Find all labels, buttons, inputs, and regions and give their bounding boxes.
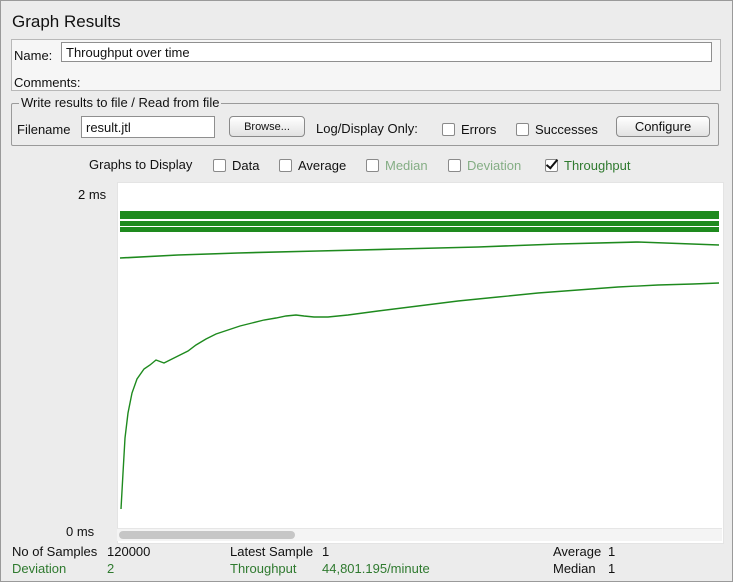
errors-label: Errors [461, 122, 497, 137]
throughput-checkbox[interactable] [545, 159, 558, 172]
graphs-to-display-row: Graphs to Display Data Average Median De… [0, 155, 733, 175]
graph-svg [119, 211, 720, 510]
throughput-band-top [120, 211, 719, 219]
median-option[interactable]: Median [366, 158, 428, 173]
deviation-option[interactable]: Deviation [448, 158, 521, 173]
deviation-stat-label: Deviation [12, 561, 67, 576]
average-checkbox[interactable] [279, 159, 292, 172]
successes-option[interactable]: Successes [516, 122, 598, 137]
data-label: Data [232, 158, 260, 173]
successes-label: Successes [535, 122, 598, 137]
y-axis-min-label: 0 ms [66, 524, 95, 539]
name-panel: Name: Comments: [11, 39, 721, 91]
throughput-line-upper [119, 241, 720, 259]
average-option[interactable]: Average [279, 158, 346, 173]
median-label: Median [385, 158, 428, 173]
filename-label: Filename [17, 122, 71, 137]
throughput-option[interactable]: Throughput [545, 158, 631, 173]
successes-checkbox[interactable] [516, 123, 529, 136]
browse-button[interactable]: Browse... [229, 116, 305, 137]
scrollbar-thumb[interactable] [119, 531, 295, 539]
average-stat-label: Average [553, 544, 602, 559]
y-axis-max-label: 2 ms [78, 187, 107, 202]
deviation-checkbox[interactable] [448, 159, 461, 172]
latest-sample-label: Latest Sample [230, 544, 314, 559]
configure-button[interactable]: Configure [616, 116, 710, 137]
median-stat-label: Median [553, 561, 596, 576]
graphs-to-display-label: Graphs to Display [89, 157, 193, 172]
throughput-stat-label: Throughput [230, 561, 297, 576]
write-results-panel: Write results to file / Read from file F… [11, 95, 719, 146]
errors-checkbox[interactable] [442, 123, 455, 136]
errors-option[interactable]: Errors [442, 122, 496, 137]
log-display-only-label: Log/Display Only: [316, 121, 418, 136]
throughput-band-low [120, 227, 719, 232]
window-title: Graph Results [12, 12, 121, 31]
samples-value: 120000 [107, 544, 151, 559]
throughput-label: Throughput [564, 158, 631, 173]
data-option[interactable]: Data [213, 158, 259, 173]
name-label: Name: [14, 48, 53, 63]
horizontal-scrollbar[interactable] [117, 528, 722, 541]
median-stat-value: 1 [608, 561, 616, 576]
write-results-legend: Write results to file / Read from file [19, 95, 222, 110]
name-input[interactable] [61, 42, 712, 62]
comments-label: Comments: [14, 75, 81, 90]
deviation-stat-value: 2 [107, 561, 115, 576]
deviation-label: Deviation [467, 158, 522, 173]
average-label: Average [298, 158, 347, 173]
latest-sample-value: 1 [322, 544, 330, 559]
filename-input[interactable] [81, 116, 215, 138]
throughput-stat-value: 44,801.195/minute [322, 561, 430, 576]
throughput-band-mid [120, 221, 719, 226]
data-checkbox[interactable] [213, 159, 226, 172]
graph-area [117, 182, 724, 544]
throughput-line-lower [120, 282, 720, 510]
samples-label: No of Samples [12, 544, 98, 559]
average-stat-value: 1 [608, 544, 616, 559]
median-checkbox[interactable] [366, 159, 379, 172]
